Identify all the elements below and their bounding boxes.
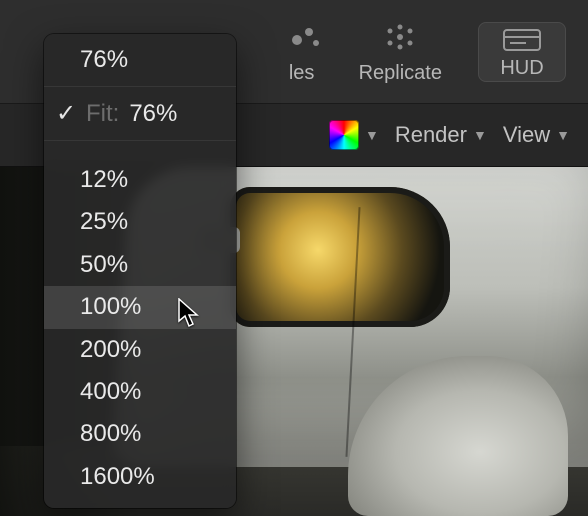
zoom-option[interactable]: 200% (44, 329, 236, 371)
zoom-option[interactable]: 25% (44, 201, 236, 243)
particles-label: les (289, 62, 315, 85)
zoom-options-list: 12%25%50%100%200%400%800%1600% (44, 141, 236, 498)
replicate-label: Replicate (359, 62, 442, 85)
chevron-down-icon: ▼ (473, 127, 487, 143)
zoom-option[interactable]: 12% (44, 159, 236, 201)
particles-button[interactable]: les (289, 18, 323, 85)
particles-icon (289, 18, 323, 56)
checkmark-icon: ✓ (56, 99, 76, 128)
zoom-option[interactable]: 100% (44, 286, 236, 328)
hud-button[interactable]: HUD (478, 22, 566, 82)
zoom-menu: 76% ✓ Fit: 76% 12%25%50%100%200%400%800%… (44, 34, 236, 508)
hud-icon (502, 29, 542, 51)
color-swatch-icon (329, 120, 359, 150)
chevron-down-icon: ▼ (556, 127, 570, 143)
zoom-option[interactable]: 400% (44, 371, 236, 413)
color-picker[interactable]: ▼ (329, 120, 379, 150)
zoom-option[interactable]: 50% (44, 244, 236, 286)
view-menu[interactable]: View ▼ (503, 122, 570, 148)
replicate-icon (383, 18, 417, 56)
zoom-current[interactable]: 76% (44, 34, 236, 87)
zoom-option[interactable]: 1600% (44, 456, 236, 498)
render-label: Render (395, 122, 467, 148)
zoom-fit-value: 76% (129, 100, 177, 128)
zoom-fit-row[interactable]: ✓ Fit: 76% (44, 87, 236, 141)
view-label: View (503, 122, 550, 148)
zoom-fit-label: Fit: (86, 100, 119, 128)
chevron-down-icon: ▼ (365, 127, 379, 143)
render-menu[interactable]: Render ▼ (395, 122, 487, 148)
zoom-option[interactable]: 800% (44, 413, 236, 455)
scene-car-window (230, 187, 450, 327)
replicate-button[interactable]: Replicate (359, 18, 442, 85)
hud-label: HUD (500, 57, 543, 80)
